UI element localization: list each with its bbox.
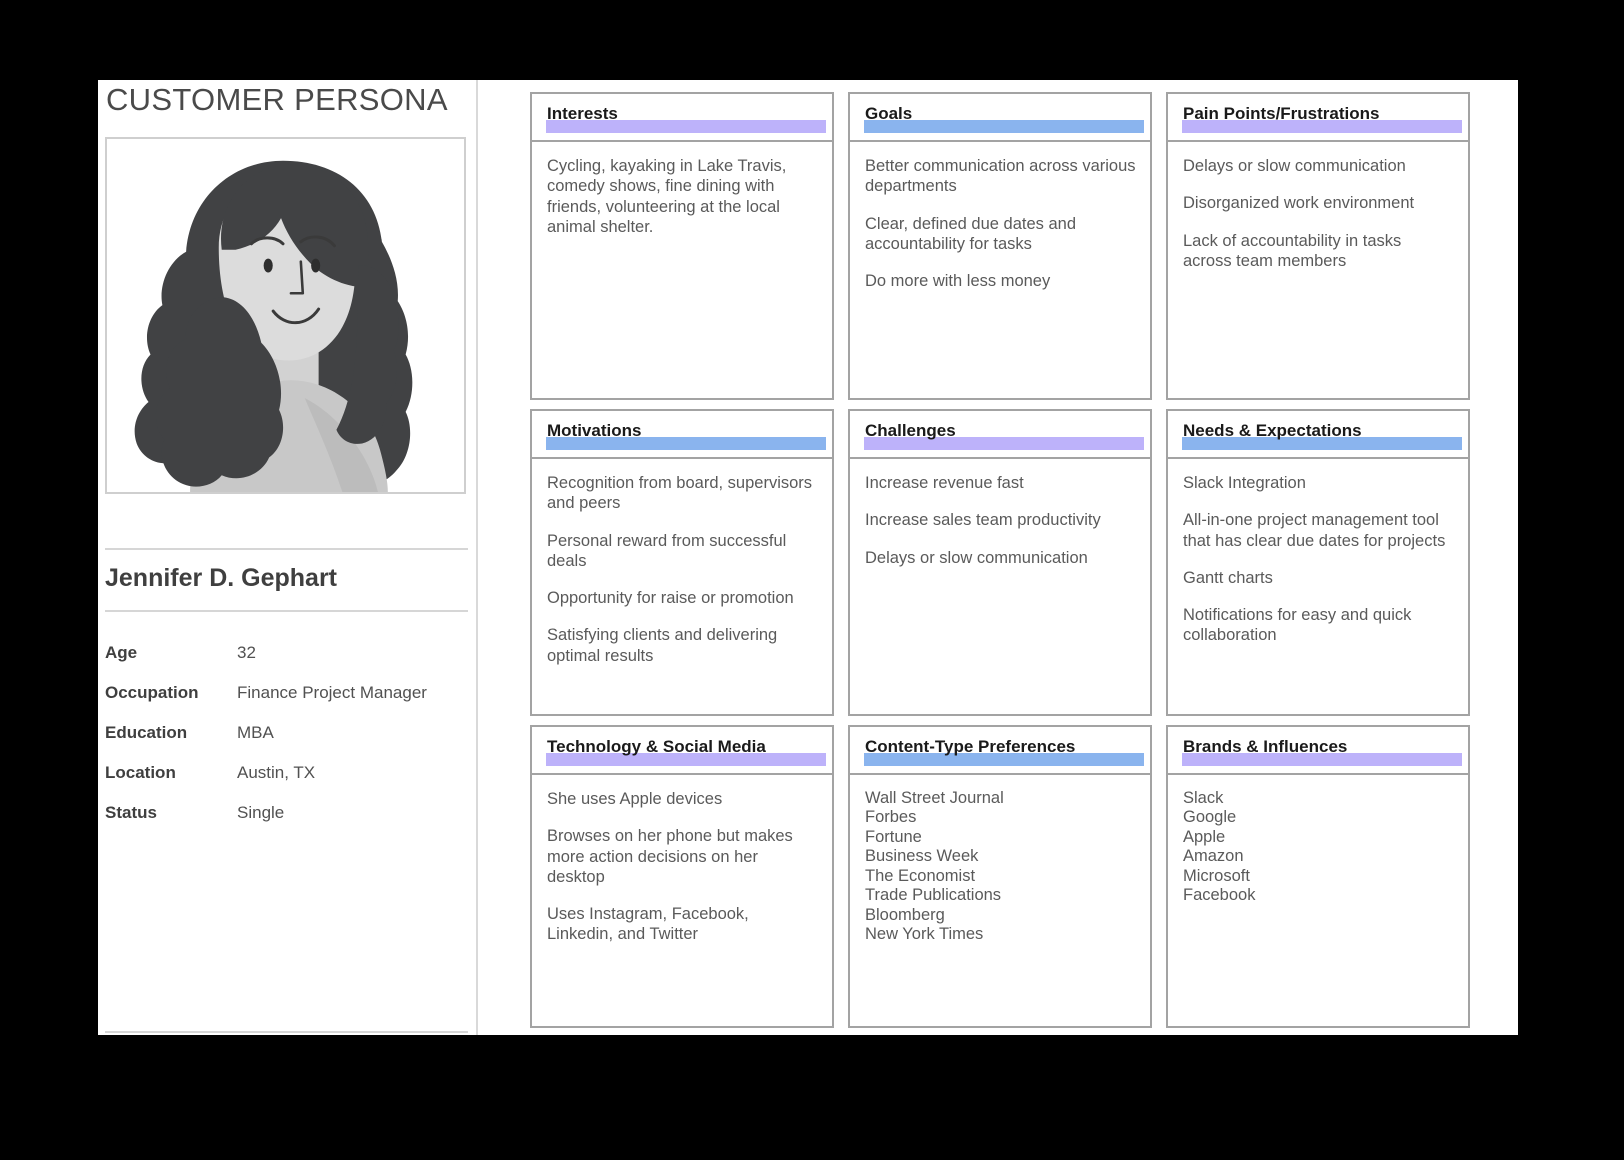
card-interests: Interests Cycling, kayaking in Lake Travi…	[530, 92, 834, 400]
card-paragraph: Uses Instagram, Facebook, Linkedin, and …	[547, 905, 749, 944]
list-item: Facebook	[1183, 886, 1256, 905]
attribute-row-education: Education MBA	[105, 723, 470, 763]
card-header-brands-influences: Brands & Influences	[1168, 727, 1468, 775]
attribute-row-occupation: Occupation Finance Project Manager	[105, 683, 470, 723]
card-goals: Goals Better communication across various…	[848, 92, 1152, 400]
card-paragraph: Delays or slow communication	[865, 548, 1088, 567]
list-item: Forbes	[865, 808, 917, 827]
card-title: Goals	[865, 104, 913, 123]
persona-attributes: Age 32 Occupation Finance Project Manage…	[105, 643, 470, 843]
divider-footer	[105, 1031, 468, 1033]
card-paragraph: Cycling, kayaking in Lake Travis, comedy…	[547, 157, 787, 236]
card-body-motivations: Recognition from board, supervisors and …	[532, 459, 832, 714]
card-paragraph: Increase sales team productivity	[865, 511, 1101, 530]
persona-profile-panel: CUSTOMER PERSONA Jennifer D. Gephart Age…	[98, 80, 478, 1035]
card-body-needs-expectations: Slack Integration All-in-one project mana…	[1168, 459, 1468, 714]
list-item: Microsoft	[1183, 866, 1250, 885]
divider-above-name	[105, 548, 468, 550]
card-paragraph: Notifications for easy and quick collabo…	[1183, 606, 1412, 645]
card-motivations: Motivations Recognition from board, super…	[530, 409, 834, 716]
card-body-brands-influences: Slack Google Apple Amazon Microsoft Facebook	[1168, 775, 1468, 1026]
attribute-label: Location	[105, 763, 176, 782]
card-brands-influences: Brands & Influences Slack Google Apple Amazo…	[1166, 725, 1470, 1028]
card-body-interests: Cycling, kayaking in Lake Travis, comedy…	[532, 142, 832, 398]
card-title: Pain Points/Frustrations	[1183, 104, 1380, 123]
card-title: Motivations	[547, 421, 642, 440]
card-paragraph: Delays or slow communication	[1183, 157, 1406, 175]
card-title: Challenges	[865, 421, 956, 440]
persona-illustration-svg	[107, 139, 464, 492]
card-pain-points: Pain Points/Frustrations Delays or slow c…	[1166, 92, 1470, 400]
list-item: Slack	[1183, 789, 1224, 807]
list-item: Google	[1183, 808, 1237, 827]
list-item: Trade Publications	[865, 886, 1002, 905]
card-title: Content-Type Preferences	[865, 737, 1076, 756]
card-paragraph: Do more with less money	[865, 272, 1051, 291]
attribute-row-location: Location Austin, TX	[105, 763, 470, 803]
card-paragraph: Personal reward from successful deals	[547, 531, 787, 570]
card-body-pain-points: Delays or slow communication Disorganized…	[1168, 142, 1468, 398]
list-item: Amazon	[1183, 847, 1244, 866]
card-paragraph: Disorganized work environment	[1183, 194, 1415, 213]
list-item: Wall Street Journal	[865, 789, 1004, 807]
card-title: Interests	[547, 104, 618, 123]
card-paragraph: She uses Apple devices	[547, 790, 723, 808]
card-header-goals: Goals	[850, 94, 1150, 142]
card-paragraph: Better communication across various depa…	[865, 157, 1136, 196]
card-header-pain-points: Pain Points/Frustrations	[1168, 94, 1468, 142]
card-paragraph: Satisfying clients and delivering optima…	[547, 626, 778, 665]
card-content-type-preferences: Content-Type Preferences Wall Street Jour…	[848, 725, 1152, 1028]
attribute-row-status: Status Single	[105, 803, 470, 843]
divider-below-name	[105, 610, 468, 612]
persona-cards-grid: Interests Cycling, kayaking in Lake Travi…	[530, 92, 1502, 1032]
list-item: Fortune	[865, 827, 922, 846]
attribute-value: Single	[237, 803, 285, 822]
card-header-interests: Interests	[532, 94, 832, 142]
attribute-value: MBA	[237, 723, 274, 742]
persona-name: Jennifer D. Gephart	[105, 564, 337, 592]
card-paragraph: All-in-one project management tool that …	[1183, 511, 1446, 550]
card-needs-expectations: Needs & Expectations Slack Integration All…	[1166, 409, 1470, 716]
attribute-value: Austin, TX	[237, 763, 316, 782]
page-title: CUSTOMER PERSONA	[106, 82, 448, 117]
card-paragraph: Gantt charts	[1183, 568, 1273, 587]
card-title: Brands & Influences	[1183, 737, 1348, 756]
card-body-goals: Better communication across various depa…	[850, 142, 1150, 398]
card-technology-social-media: Technology & Social Media She uses Apple …	[530, 725, 834, 1028]
card-paragraph: Increase revenue fast	[865, 474, 1024, 492]
card-body-content-type-preferences: Wall Street Journal Forbes Fortune Business…	[850, 775, 1150, 1026]
list-item: Bloomberg	[865, 905, 945, 924]
list-item: The Economist	[865, 866, 976, 885]
card-body-challenges: Increase revenue fast Increase sales team…	[850, 459, 1150, 714]
list-item: New York Times	[865, 925, 984, 944]
avatar	[105, 137, 466, 494]
card-header-needs-expectations: Needs & Expectations	[1168, 411, 1468, 459]
card-header-content-type-preferences: Content-Type Preferences	[850, 727, 1150, 775]
attribute-value: 32	[237, 643, 256, 662]
persona-page: CUSTOMER PERSONA Jennifer D. Gephart Age…	[98, 80, 1518, 1035]
list-item: Apple	[1183, 827, 1226, 846]
card-paragraph: Clear, defined due dates and accountabil…	[865, 214, 1076, 253]
card-header-technology-social-media: Technology & Social Media	[532, 727, 832, 775]
card-body-technology-social-media: She uses Apple devices Browses on her pho…	[532, 775, 832, 1026]
card-title: Needs & Expectations	[1183, 421, 1362, 440]
card-header-motivations: Motivations	[532, 411, 832, 459]
card-paragraph: Lack of accountability in tasks across t…	[1183, 231, 1402, 270]
card-paragraph: Opportunity for raise or promotion	[547, 589, 794, 608]
card-paragraph: Recognition from board, supervisors and …	[547, 474, 813, 513]
attribute-value: Finance Project Manager	[237, 683, 427, 702]
attribute-row-age: Age 32	[105, 643, 470, 683]
card-header-challenges: Challenges	[850, 411, 1150, 459]
card-title: Technology & Social Media	[547, 737, 766, 756]
attribute-label: Status	[105, 803, 157, 822]
card-paragraph: Browses on her phone but makes more acti…	[547, 827, 793, 886]
card-challenges: Challenges Increase revenue fast Increase …	[848, 409, 1152, 716]
attribute-label: Age	[105, 643, 138, 662]
card-paragraph: Slack Integration	[1183, 474, 1306, 492]
attribute-label: Education	[105, 723, 188, 742]
list-item: Business Week	[865, 847, 979, 866]
attribute-label: Occupation	[105, 683, 199, 702]
